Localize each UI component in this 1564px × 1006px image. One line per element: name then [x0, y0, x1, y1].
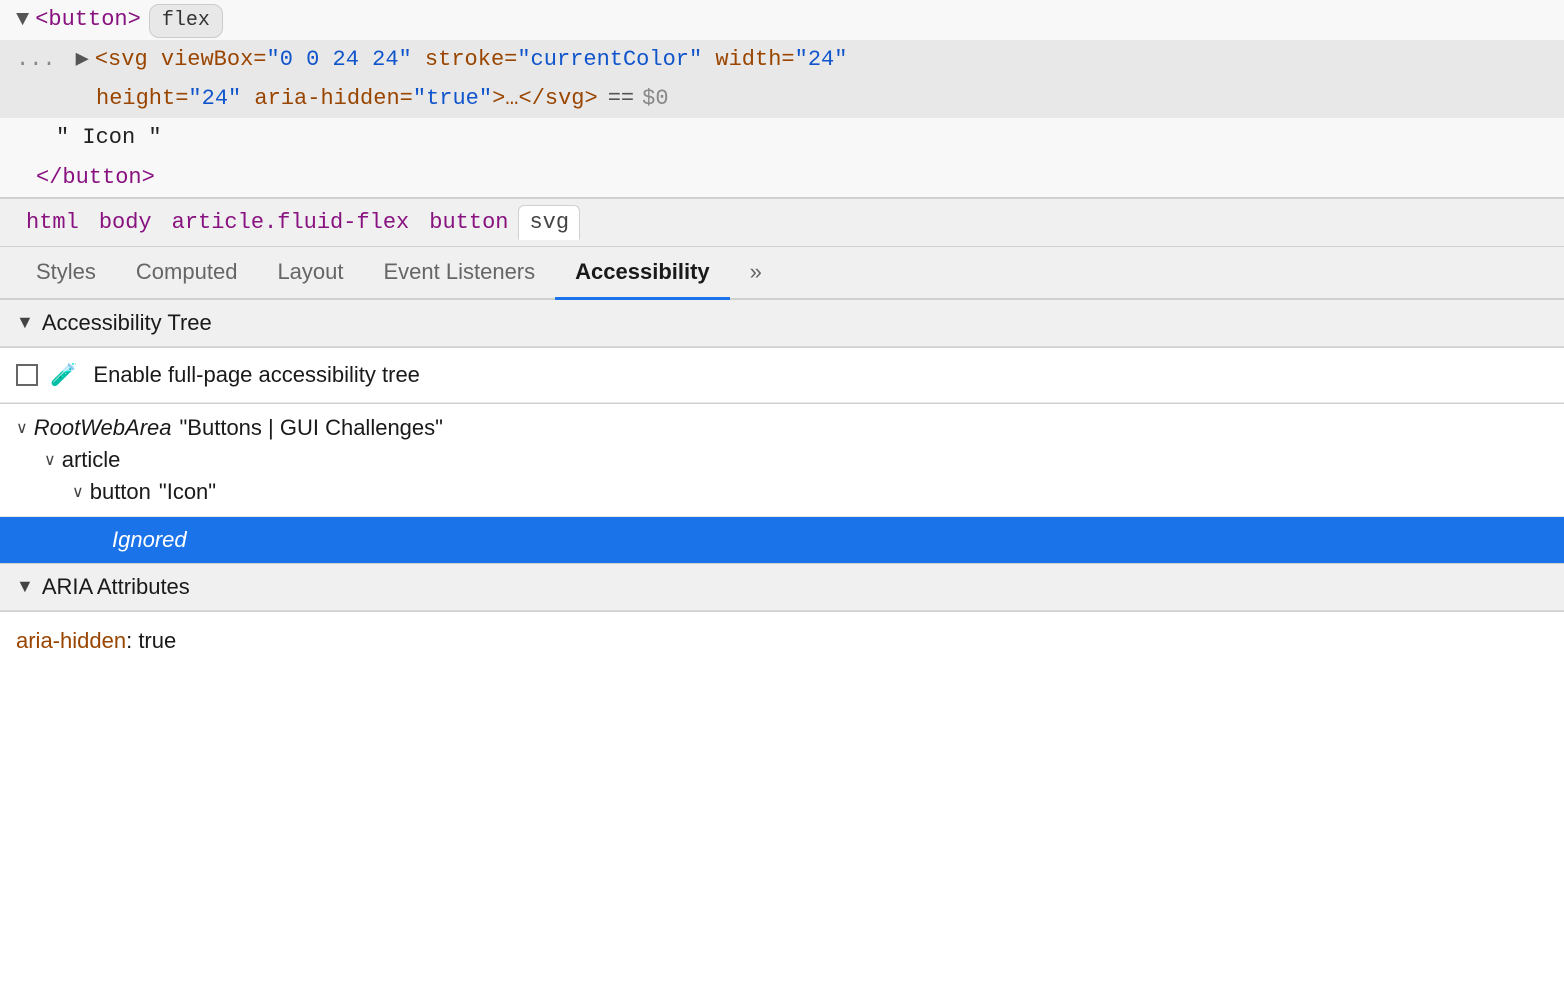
html-line-button-close[interactable]: </button> — [0, 158, 1564, 197]
enable-checkbox[interactable] — [16, 364, 38, 386]
root-web-area-row[interactable]: ∨ RootWebArea "Buttons | GUI Challenges" — [16, 412, 1548, 444]
accessibility-tree-header[interactable]: ▼ Accessibility Tree — [0, 300, 1564, 347]
tab-styles[interactable]: Styles — [16, 247, 116, 300]
html-line-svg-attrs: height="24" aria-hidden="true">…</svg> =… — [0, 79, 1564, 118]
article-node-label: article — [62, 447, 121, 473]
enable-full-page-row[interactable]: 🧪 Enable full-page accessibility tree — [0, 348, 1564, 403]
aria-colon: : — [126, 628, 138, 653]
dots: ... — [16, 42, 56, 77]
breadcrumb-html[interactable]: html — [16, 206, 89, 239]
icon-text-node: " Icon " — [56, 120, 162, 155]
aria-attr-value: true — [138, 628, 176, 653]
root-chevron[interactable]: ∨ — [16, 418, 28, 438]
tab-computed[interactable]: Computed — [116, 247, 258, 300]
root-node-value: "Buttons | GUI Challenges" — [180, 415, 443, 441]
breadcrumb-button[interactable]: button — [419, 206, 518, 239]
button-chevron[interactable]: ∨ — [72, 482, 84, 502]
html-source-panel: ▼ <button> flex ... ▶ <svg viewBox="0 0 … — [0, 0, 1564, 198]
html-line-button-open[interactable]: ▼ <button> flex — [0, 0, 1564, 40]
tabs-bar: Styles Computed Layout Event Listeners A… — [0, 247, 1564, 300]
tab-layout[interactable]: Layout — [257, 247, 363, 300]
aria-attributes-header[interactable]: ▼ ARIA Attributes — [0, 564, 1564, 611]
flask-icon: 🧪 — [50, 362, 77, 388]
article-row[interactable]: ∨ article — [16, 444, 1548, 476]
aria-attr-name: aria-hidden — [16, 628, 126, 653]
breadcrumb-body[interactable]: body — [89, 206, 162, 239]
main-panel: ▼ Accessibility Tree 🧪 Enable full-page … — [0, 300, 1564, 670]
breadcrumb-svg[interactable]: svg — [518, 205, 580, 240]
tag-button-close: </button> — [36, 160, 155, 195]
aria-header-label: ARIA Attributes — [42, 574, 190, 600]
aria-hidden-attr: aria-hidden: true — [16, 622, 1548, 660]
ignored-label: Ignored — [112, 527, 187, 552]
section-arrow[interactable]: ▼ — [16, 312, 34, 333]
tab-more[interactable]: » — [730, 247, 782, 300]
aria-arrow[interactable]: ▼ — [16, 576, 34, 597]
article-chevron[interactable]: ∨ — [44, 450, 56, 470]
section-header-label: Accessibility Tree — [42, 310, 212, 336]
flex-badge: flex — [149, 4, 223, 38]
ignored-row[interactable]: Ignored — [0, 517, 1564, 563]
tag-button-open: <button> — [35, 2, 141, 37]
expand-arrow[interactable]: ▼ — [16, 2, 29, 37]
tab-event-listeners[interactable]: Event Listeners — [364, 247, 556, 300]
tab-accessibility[interactable]: Accessibility — [555, 247, 730, 300]
dollar-zero: $0 — [642, 81, 668, 116]
root-node-label: RootWebArea — [34, 415, 172, 441]
button-node-value: "Icon" — [159, 479, 216, 505]
button-row[interactable]: ∨ button "Icon" — [16, 476, 1548, 508]
enable-label: Enable full-page accessibility tree — [93, 362, 420, 388]
svg-tag: <svg viewBox="0 0 24 24" stroke="current… — [95, 42, 848, 77]
html-line-svg[interactable]: ... ▶ <svg viewBox="0 0 24 24" stroke="c… — [0, 40, 1564, 79]
equals-sign: == — [608, 81, 634, 116]
svg-expand-arrow[interactable]: ▶ — [76, 42, 89, 77]
html-line-icon-text: " Icon " — [0, 118, 1564, 157]
accessibility-tree-nodes: ∨ RootWebArea "Buttons | GUI Challenges"… — [0, 404, 1564, 517]
svg-height-attr: height="24" aria-hidden="true">…</svg> — [96, 81, 598, 116]
breadcrumb-article[interactable]: article.fluid-flex — [162, 206, 420, 239]
breadcrumb-bar: html body article.fluid-flex button svg — [0, 199, 1564, 247]
aria-attributes-section: aria-hidden: true — [0, 612, 1564, 670]
button-node-label: button — [90, 479, 151, 505]
